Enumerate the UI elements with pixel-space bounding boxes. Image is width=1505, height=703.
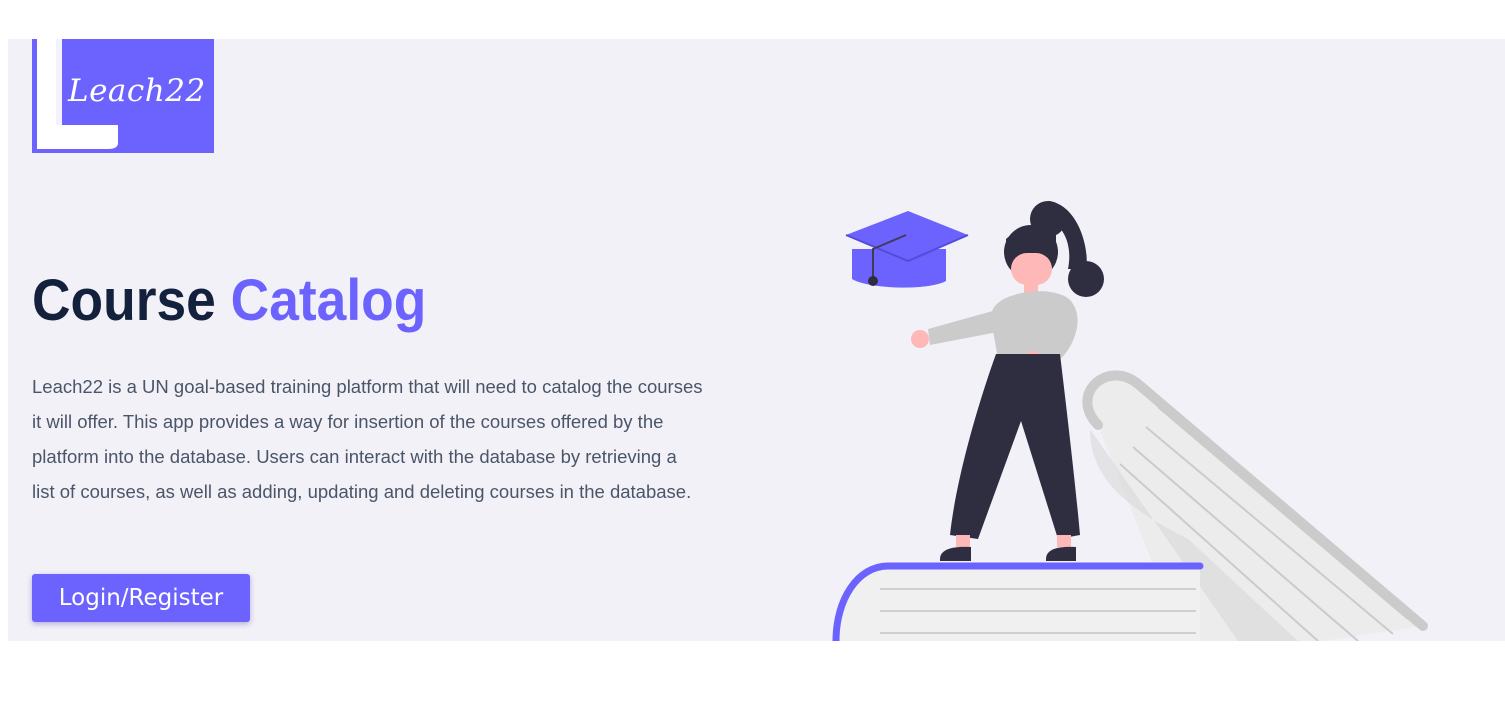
stacked-book-icon bbox=[832, 562, 1204, 641]
student-on-books-illustration bbox=[832, 201, 1428, 641]
page-title: Course Catalog bbox=[32, 265, 426, 337]
page-title-accent: Catalog bbox=[230, 268, 427, 333]
graduation-cap-icon bbox=[845, 211, 969, 288]
hero-description: Leach22 is a UN goal-based training plat… bbox=[32, 376, 703, 502]
logo[interactable]: Leach22 bbox=[32, 39, 214, 153]
hero-section: Leach22 Course Catalog Leach22 is a UN g… bbox=[8, 39, 1505, 641]
logo-text: Leach22 bbox=[68, 73, 206, 109]
page-title-main: Course bbox=[32, 268, 216, 333]
login-register-button[interactable]: Login/Register bbox=[32, 574, 250, 622]
